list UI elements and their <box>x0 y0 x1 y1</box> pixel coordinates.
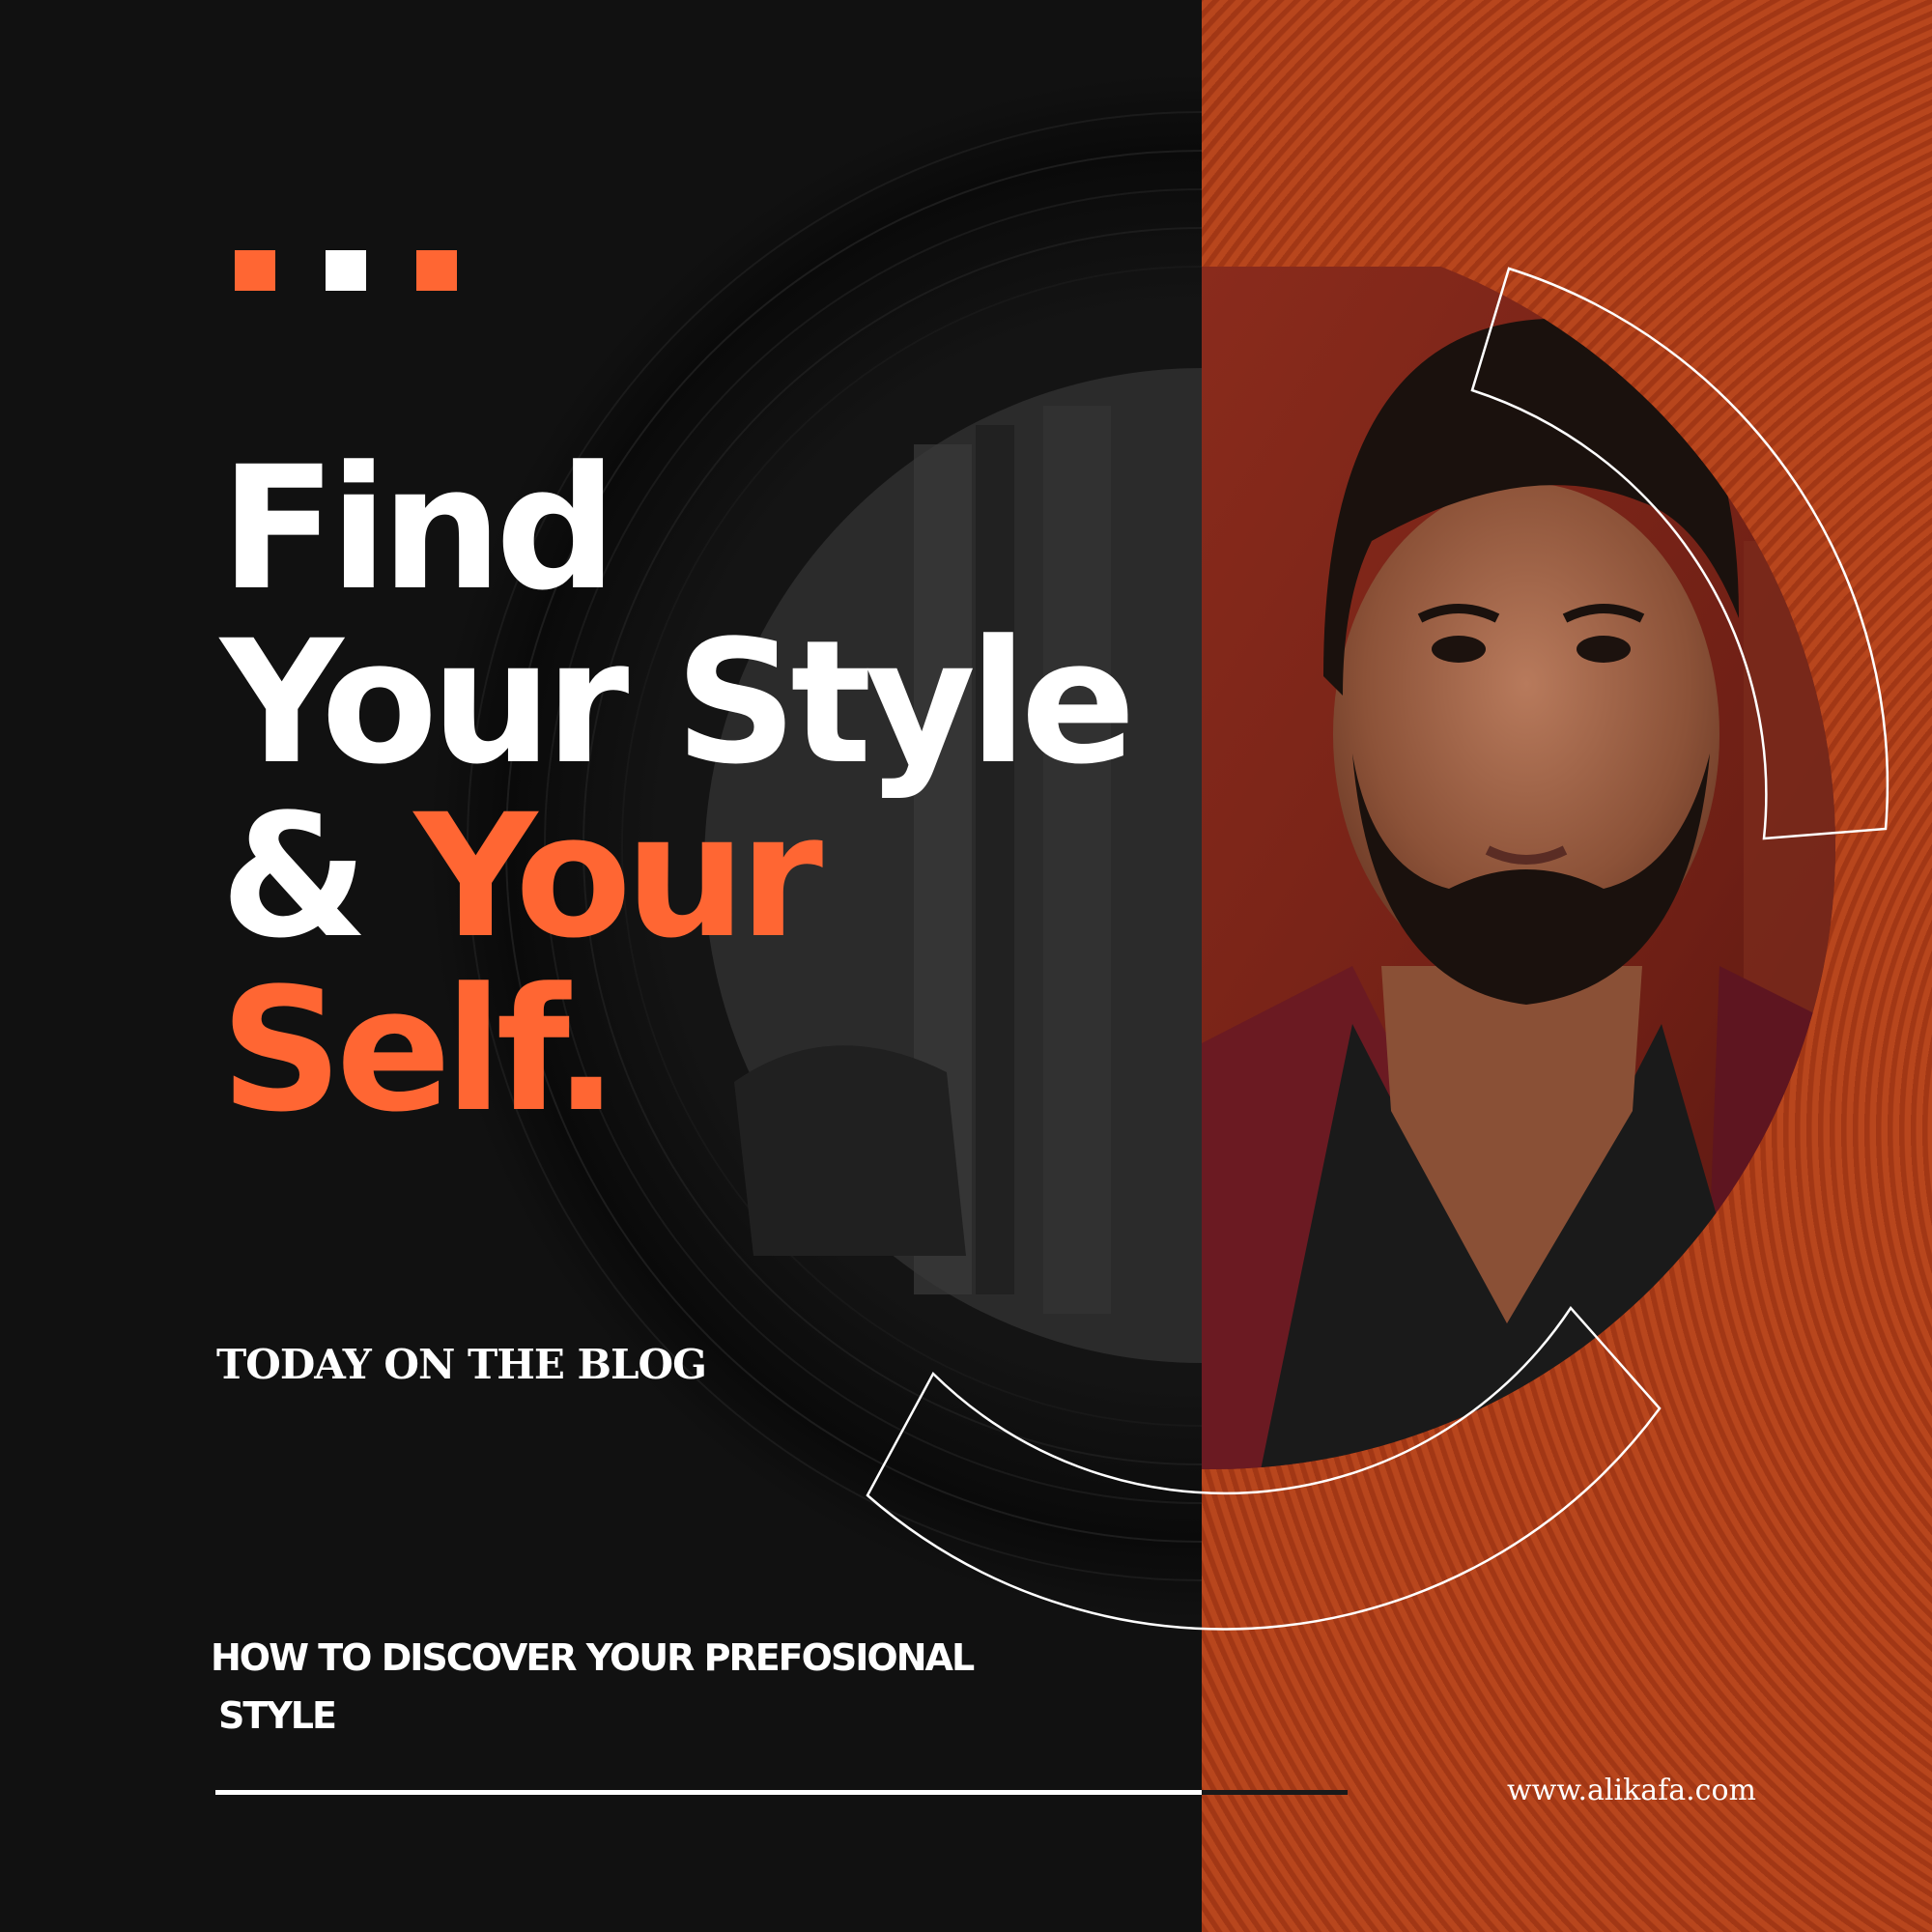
headline-ampersand: & <box>220 778 414 976</box>
headline: Find Your Style & Your Self. <box>220 430 1136 1150</box>
white-dot <box>326 250 366 291</box>
divider-line <box>215 1790 1348 1795</box>
headline-line-4: Self. <box>220 952 618 1150</box>
headline-line-2: Your Style <box>220 604 1136 802</box>
blog-promo-canvas: Find Your Style & Your Self. TODAY ON TH… <box>0 0 1932 1932</box>
article-title-line-1: HOW TO DISCOVER YOUR PREFOSIONAL <box>211 1636 975 1679</box>
headline-accent-your: Your <box>413 778 823 976</box>
website-link[interactable]: www.alikafa.com <box>1507 1774 1756 1807</box>
orange-dot <box>235 250 275 291</box>
decorative-dots <box>235 250 457 291</box>
article-title: HOW TO DISCOVER YOUR PREFOSIONAL STYLE <box>211 1629 1041 1745</box>
blog-kicker: TODAY ON THE BLOG <box>216 1341 707 1388</box>
headline-line-1: Find <box>220 430 617 628</box>
portrait-photo <box>1202 267 1835 1469</box>
orange-dot <box>416 250 457 291</box>
headline-line-3: & Your <box>220 790 1129 964</box>
article-title-line-2: STYLE <box>218 1694 337 1737</box>
